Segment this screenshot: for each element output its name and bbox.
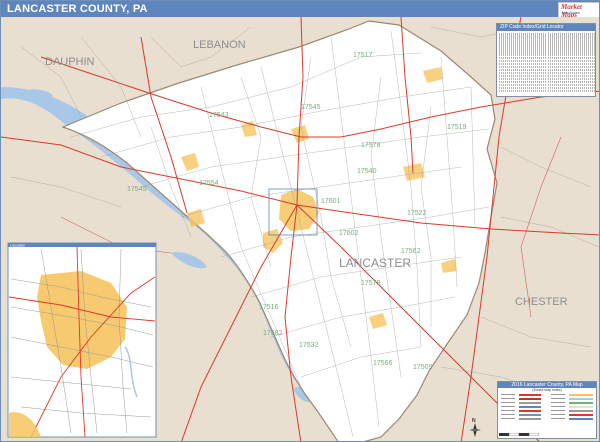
scale-bar <box>499 433 539 436</box>
zip-label: 17509 <box>413 364 433 371</box>
inset-title: Lancaster <box>10 244 26 248</box>
zip-label: 17516 <box>259 304 279 311</box>
region-label-dauphin: DAUPHIN <box>45 56 95 68</box>
region-label-chester: CHESTER <box>515 296 568 308</box>
zip-index-title: ZIP Code Index/Grid Locator <box>497 24 595 31</box>
zip-label: 17519 <box>447 124 467 131</box>
zip-index-columns <box>499 33 595 94</box>
zip-label: 17578 <box>361 142 381 149</box>
title-bar: LANCASTER COUNTY, PA Market Maps MapSale… <box>1 1 599 19</box>
region-label-lancaster: LANCASTER <box>339 256 411 270</box>
zip-label: 17601 <box>321 198 341 205</box>
zip-label: 17545 <box>301 104 321 111</box>
zip-label: 17543 <box>209 112 229 119</box>
zip-label: 17545 <box>127 186 147 193</box>
map-legend: 2016 Lancaster County, PA Map (Zoned map… <box>497 381 597 439</box>
zip-label: 17579 <box>361 280 381 287</box>
zip-label: 17554 <box>199 180 219 187</box>
map-title: LANCASTER COUNTY, PA <box>7 3 148 15</box>
zip-label: 17540 <box>357 168 377 175</box>
zip-label: 17562 <box>401 248 421 255</box>
inset-map: Lancaster <box>7 242 157 438</box>
zip-index-column-left <box>499 33 547 93</box>
legend-row <box>501 417 593 421</box>
zip-label: 17582 <box>263 330 283 337</box>
zip-label: 17517 <box>353 52 373 59</box>
zip-code-index-panel: ZIP Code Index/Grid Locator <box>496 23 596 97</box>
zip-label: 17522 <box>407 210 427 217</box>
inset-title-bar <box>8 243 156 247</box>
zip-label: 17532 <box>299 342 319 349</box>
market-maps-logo-icon: Market Maps MapSales <box>558 2 599 19</box>
compass-north-label: N <box>472 418 476 424</box>
map-frame: LANCASTER COUNTY, PA Market Maps MapSale… <box>0 0 600 442</box>
compass-rose-icon: N <box>467 418 483 439</box>
zip-label: 17602 <box>339 230 359 237</box>
region-label-lebanon: LEBANON <box>193 39 246 51</box>
zip-index-column-right <box>548 33 595 93</box>
logo-sub-text: MapSales <box>562 10 580 15</box>
zip-label: 17566 <box>373 360 393 367</box>
